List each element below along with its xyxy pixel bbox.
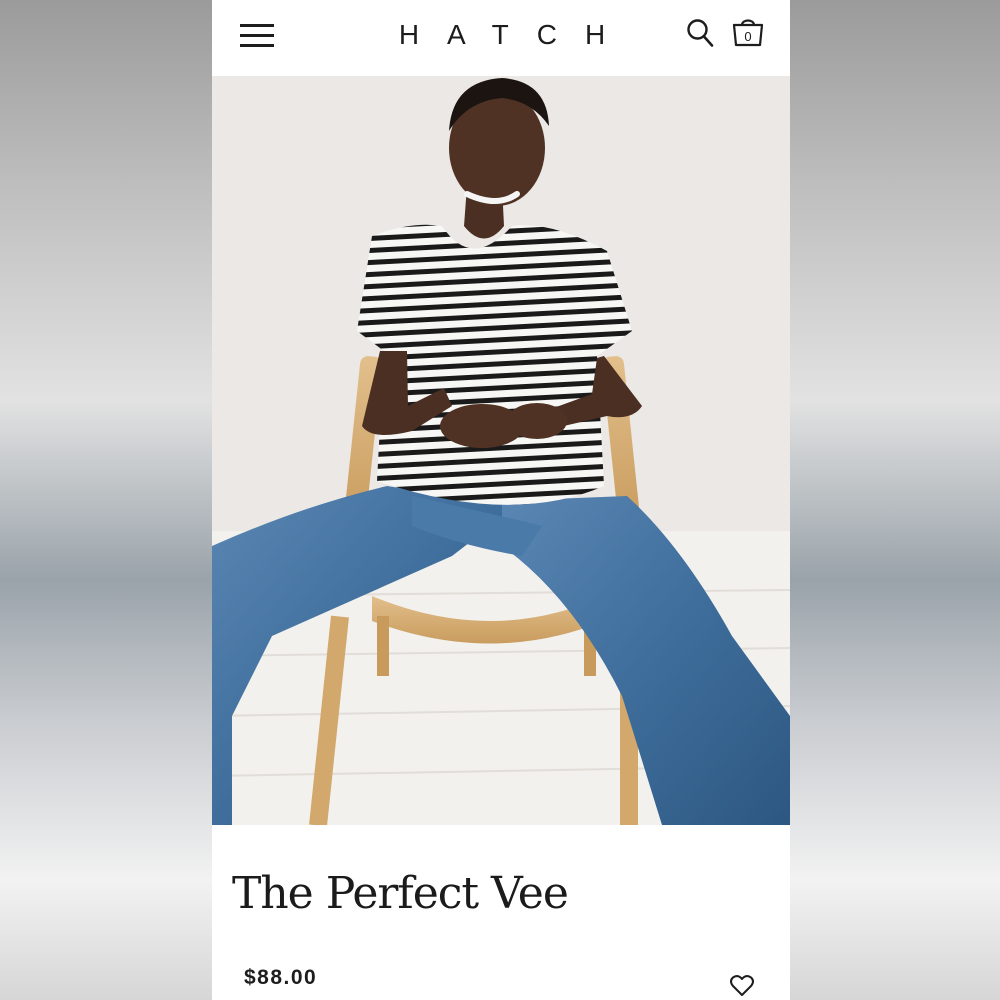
cart-count-badge: 0 [744, 29, 752, 44]
shopping-bag-icon[interactable]: 0 [732, 16, 768, 50]
search-icon[interactable] [686, 18, 714, 48]
heart-icon[interactable] [729, 974, 755, 998]
product-title: The Perfect Vee [232, 868, 569, 919]
product-price: $88.00 [244, 966, 318, 989]
site-header: HATCH 0 [212, 0, 790, 76]
hamburger-menu-icon[interactable] [240, 22, 274, 48]
mobile-page: HATCH 0 The Perfect Vee $88.00 [212, 0, 790, 1000]
product-image[interactable] [212, 76, 790, 825]
brand-logo[interactable]: HATCH [357, 16, 647, 54]
